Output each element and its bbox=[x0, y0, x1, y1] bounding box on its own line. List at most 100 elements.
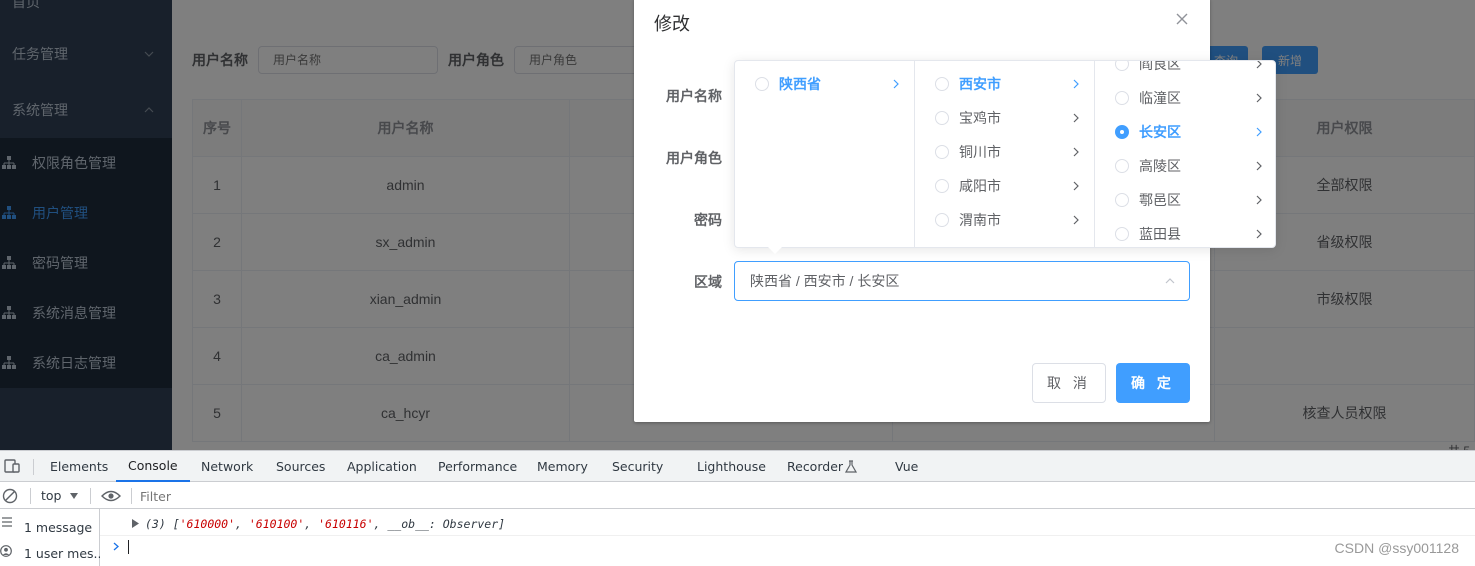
chevron-right-icon bbox=[1256, 61, 1262, 69]
log-separator: , bbox=[373, 516, 388, 531]
radio-icon[interactable] bbox=[1115, 227, 1129, 241]
close-icon[interactable] bbox=[1176, 13, 1188, 25]
tab-memory[interactable]: Memory bbox=[537, 451, 588, 482]
cascader-option-city[interactable]: 西安市 bbox=[915, 67, 1094, 101]
chevron-right-icon bbox=[1073, 147, 1079, 157]
radio-icon[interactable] bbox=[935, 111, 949, 125]
radio-icon[interactable] bbox=[935, 213, 949, 227]
radio-checked-icon[interactable] bbox=[1115, 125, 1129, 139]
cascader-option-city[interactable]: 渭南市 bbox=[915, 203, 1094, 237]
cascader-option-district[interactable]: 临潼区 bbox=[1095, 81, 1275, 115]
cascader-option-province[interactable]: 陕西省 bbox=[735, 67, 914, 101]
tab-lighthouse[interactable]: Lighthouse bbox=[697, 451, 766, 482]
log-suffix: __ob__: Observer] bbox=[387, 516, 506, 531]
region-cascader-input[interactable]: 陕西省 / 西安市 / 长安区 bbox=[734, 261, 1190, 301]
tab-console[interactable]: Console bbox=[116, 451, 190, 482]
log-value: '610116' bbox=[318, 516, 374, 531]
tab-recorder[interactable]: Recorder bbox=[787, 451, 843, 482]
region-cascader-panel: 陕西省 西安市 宝鸡市 铜川市 咸阳市 渭南市 阎良区 临潼区 长安区 高陵区 … bbox=[734, 60, 1276, 248]
log-value: '610000' bbox=[179, 516, 236, 531]
radio-icon[interactable] bbox=[1115, 159, 1129, 173]
eye-icon[interactable] bbox=[101, 490, 121, 502]
chevron-up-icon bbox=[1165, 278, 1175, 284]
device-toolbar-icon[interactable] bbox=[4, 459, 20, 473]
tab-performance[interactable]: Performance bbox=[438, 451, 517, 482]
chevron-right-icon bbox=[1256, 229, 1262, 239]
cascader-option-district[interactable]: 蓝田县 bbox=[1095, 217, 1275, 247]
chevron-right-icon bbox=[893, 79, 899, 89]
console-filter-input[interactable] bbox=[140, 486, 640, 506]
chevron-right-icon bbox=[1073, 215, 1079, 225]
toolbar-divider bbox=[33, 459, 34, 475]
tab-elements[interactable]: Elements bbox=[50, 451, 108, 482]
cascader-option-district-selected[interactable]: 长安区 bbox=[1095, 115, 1275, 149]
tab-application[interactable]: Application bbox=[347, 451, 417, 482]
sidebar-user-messages[interactable]: 1 user mes... bbox=[0, 540, 100, 566]
chevron-right-icon bbox=[1256, 195, 1262, 205]
radio-icon[interactable] bbox=[935, 247, 949, 248]
cascader-option-city[interactable]: 咸阳市 bbox=[915, 169, 1094, 203]
toolbar-divider bbox=[90, 488, 91, 504]
cancel-button[interactable]: 取 消 bbox=[1032, 363, 1106, 403]
confirm-button[interactable]: 确 定 bbox=[1116, 363, 1190, 403]
password-label: 密码 bbox=[694, 212, 722, 228]
cascader-option-label: 蓝田县 bbox=[1139, 226, 1181, 242]
tab-sources[interactable]: Sources bbox=[276, 451, 325, 482]
dialog-title: 修改 bbox=[654, 14, 690, 34]
tab-vue[interactable]: Vue bbox=[895, 451, 918, 482]
watermark: CSDN @ssy001128 bbox=[1334, 540, 1459, 556]
expand-triangle-icon[interactable] bbox=[132, 519, 139, 528]
radio-icon[interactable] bbox=[935, 145, 949, 159]
console-sidebar: 1 message 1 user mes... bbox=[0, 509, 100, 566]
cascader-option-label: 西安市 bbox=[959, 76, 1001, 92]
cascader-option-label: 宝鸡市 bbox=[959, 110, 1001, 126]
radio-icon[interactable] bbox=[755, 77, 769, 91]
toolbar-divider bbox=[131, 488, 132, 504]
tab-security[interactable]: Security bbox=[612, 451, 663, 482]
cascader-menu-districts: 阎良区 临潼区 长安区 高陵区 鄠邑区 蓝田县 bbox=[1095, 61, 1275, 247]
sidebar-messages[interactable]: 1 message bbox=[0, 514, 100, 540]
radio-icon[interactable] bbox=[935, 77, 949, 91]
region-value: 陕西省 / 西安市 / 长安区 bbox=[750, 273, 900, 289]
username-label: 用户名称 bbox=[666, 88, 722, 104]
flask-icon bbox=[845, 460, 857, 473]
text-cursor bbox=[128, 540, 129, 554]
chevron-right-icon bbox=[1073, 181, 1079, 191]
console-toolbar: top bbox=[0, 483, 1475, 509]
cascader-option-label: 咸阳市 bbox=[959, 178, 1001, 194]
cascader-option-city-partial[interactable] bbox=[915, 237, 1094, 248]
radio-icon[interactable] bbox=[1115, 61, 1129, 71]
cascader-option-label: 长安区 bbox=[1139, 124, 1181, 140]
chevron-right-icon bbox=[1256, 127, 1262, 137]
cascader-popper-arrow bbox=[768, 247, 782, 254]
cascader-option-district[interactable]: 高陵区 bbox=[1095, 149, 1275, 183]
chevron-right-icon bbox=[1073, 79, 1079, 89]
cascader-option-label: 高陵区 bbox=[1139, 158, 1181, 174]
radio-icon[interactable] bbox=[1115, 193, 1129, 207]
cascader-option-label: 临潼区 bbox=[1139, 90, 1181, 106]
console-log-text: (3) ['610000', '610100', '610116', __ob_… bbox=[145, 517, 505, 531]
log-separator: , bbox=[235, 516, 249, 531]
console-log-entry[interactable]: (3) ['610000', '610100', '610116', __ob_… bbox=[100, 512, 1475, 536]
cascader-option-label: 渭南市 bbox=[959, 212, 1001, 228]
cascader-option-district[interactable]: 鄠邑区 bbox=[1095, 183, 1275, 217]
radio-icon[interactable] bbox=[935, 179, 949, 193]
prompt-chevron-icon bbox=[113, 542, 119, 551]
cascader-option-label: 陕西省 bbox=[779, 76, 821, 92]
toolbar-divider bbox=[30, 488, 31, 504]
cascader-option-label: 鄠邑区 bbox=[1139, 192, 1181, 208]
chevron-right-icon bbox=[1256, 161, 1262, 171]
cascader-option-label: 阎良区 bbox=[1139, 61, 1181, 72]
chevron-right-icon bbox=[1073, 113, 1079, 123]
radio-icon[interactable] bbox=[1115, 91, 1129, 105]
chevron-right-icon bbox=[1256, 93, 1262, 103]
cascader-option-city[interactable]: 铜川市 bbox=[915, 135, 1094, 169]
cascader-option-city[interactable]: 宝鸡市 bbox=[915, 101, 1094, 135]
clear-console-icon[interactable] bbox=[2, 488, 18, 504]
log-value: '610100' bbox=[248, 516, 305, 531]
context-selector[interactable]: top bbox=[41, 488, 61, 503]
dropdown-triangle-icon bbox=[70, 493, 78, 499]
cascader-option-district[interactable]: 阎良区 bbox=[1095, 61, 1275, 81]
console-prompt[interactable] bbox=[100, 535, 1475, 559]
tab-network[interactable]: Network bbox=[201, 451, 253, 482]
